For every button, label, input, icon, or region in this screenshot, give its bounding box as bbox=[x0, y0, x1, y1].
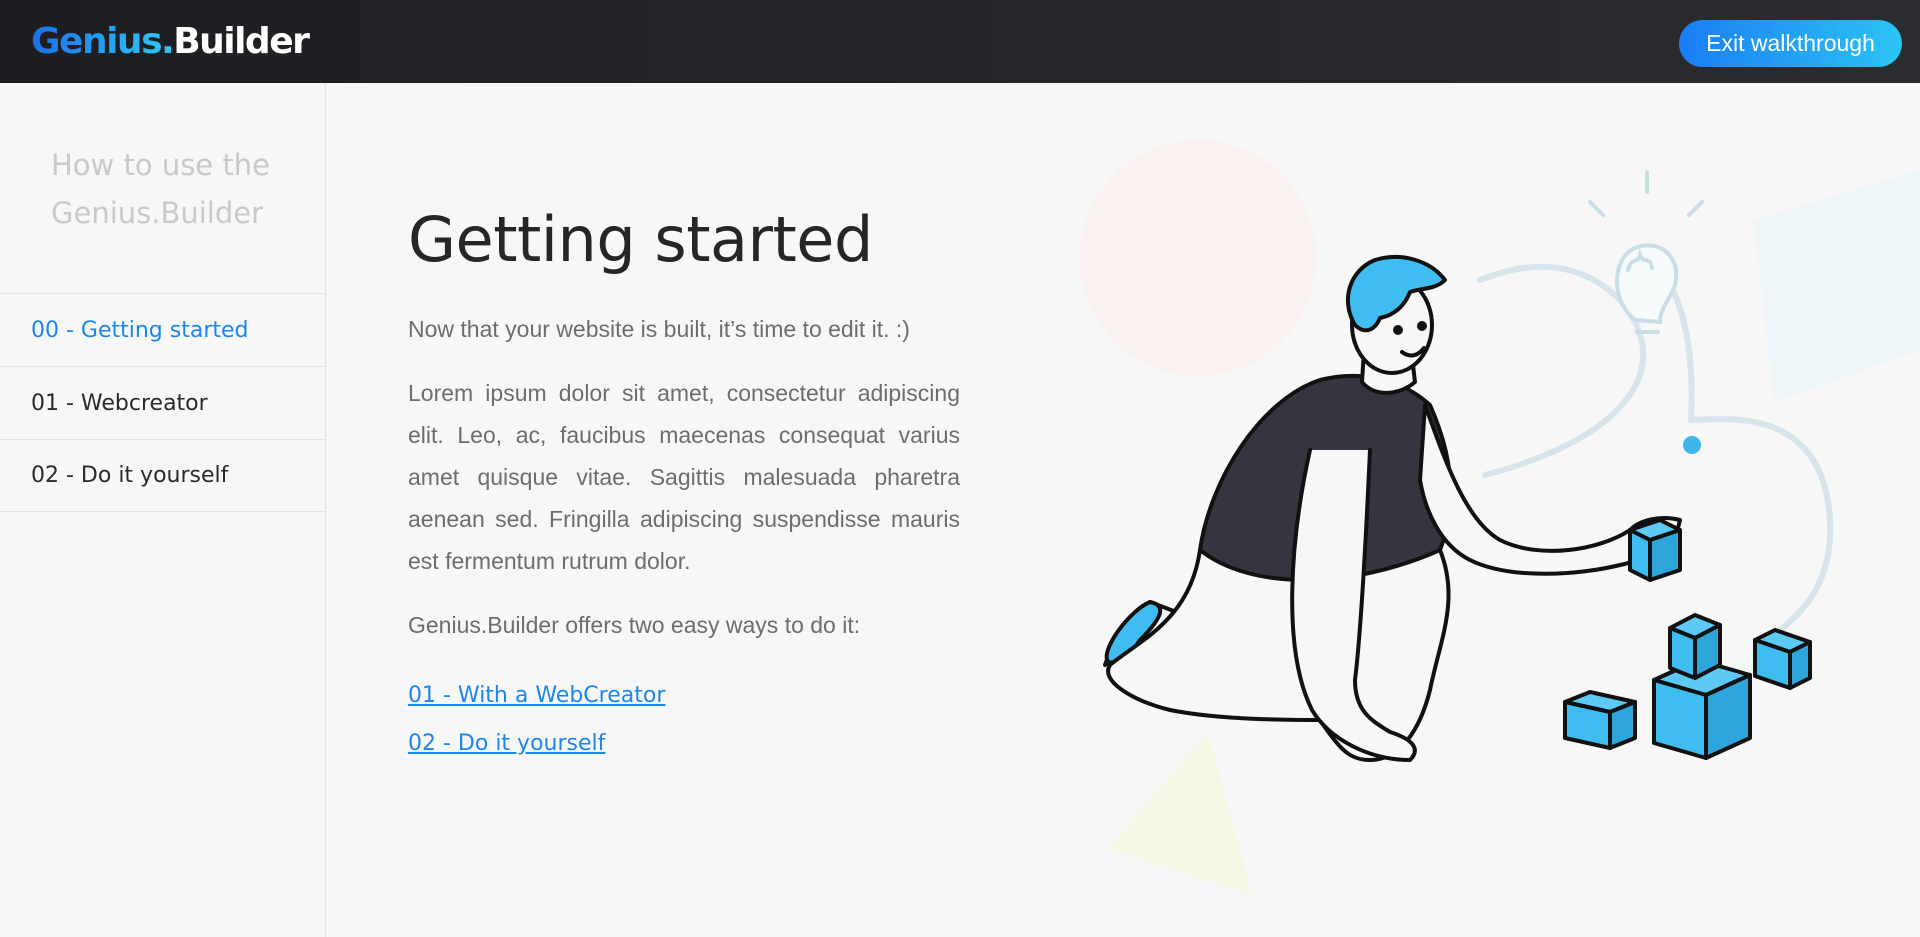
sidebar: How to use the Genius.Builder 00 - Getti… bbox=[0, 83, 326, 937]
intro-text: Now that your website is built, it’s tim… bbox=[408, 316, 910, 342]
logo-suffix: Builder bbox=[173, 21, 310, 62]
sidebar-item-webcreator[interactable]: 01 - Webcreator bbox=[0, 366, 325, 439]
exit-walkthrough-button[interactable]: Exit walkthrough bbox=[1679, 20, 1902, 67]
logo-brand: Genius bbox=[31, 21, 163, 62]
sidebar-item-do-it-yourself[interactable]: 02 - Do it yourself bbox=[0, 439, 325, 512]
sidebar-nav: 00 - Getting started 01 - Webcreator 02 … bbox=[0, 293, 325, 512]
offers-text: Genius.Builder offers two easy ways to d… bbox=[408, 612, 861, 638]
option-links: 01 - With a WebCreator 02 - Do it yourse… bbox=[408, 672, 960, 768]
building-blocks-illustration bbox=[1080, 140, 1920, 895]
genius-builder-logo[interactable]: Genius.Builder bbox=[31, 20, 310, 64]
decor-triangle bbox=[1108, 732, 1252, 895]
path-dot bbox=[1683, 436, 1701, 454]
page-title: Getting started bbox=[408, 203, 873, 276]
top-bar: Genius.Builder Exit walkthrough bbox=[0, 0, 1920, 83]
lorem-paragraph: Lorem ipsum dolor sit amet, consectetur … bbox=[408, 380, 960, 574]
link-with-webcreator[interactable]: 01 - With a WebCreator bbox=[408, 672, 960, 720]
decor-circle bbox=[1080, 140, 1316, 376]
link-do-it-yourself[interactable]: 02 - Do it yourself bbox=[408, 720, 960, 768]
sidebar-title: How to use the Genius.Builder bbox=[51, 148, 270, 230]
lightbulb-icon bbox=[1588, 170, 1704, 334]
decor-rectangle bbox=[1754, 170, 1920, 402]
logo-dot: . bbox=[161, 21, 175, 62]
sidebar-item-getting-started[interactable]: 00 - Getting started bbox=[0, 293, 325, 366]
main-content: Getting started Now that your website is… bbox=[408, 200, 960, 768]
